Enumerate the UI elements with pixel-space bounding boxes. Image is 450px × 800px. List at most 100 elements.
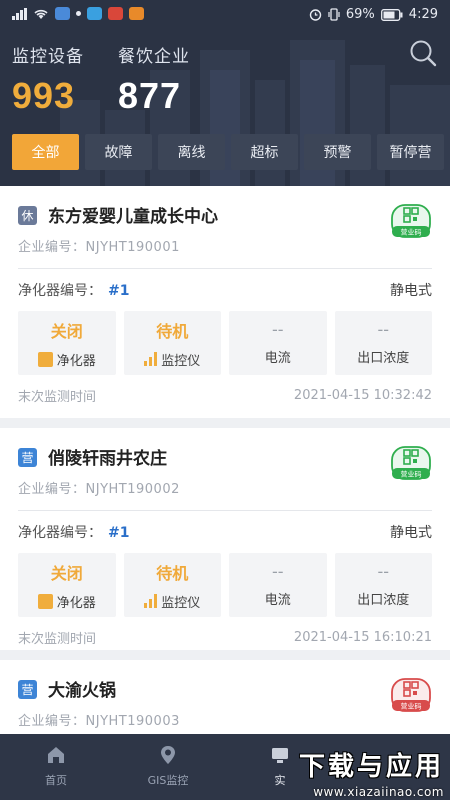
- purifier-status: 关闭: [50, 563, 83, 583]
- monitor-status-cell[interactable]: 待机 监控仪: [123, 311, 221, 375]
- signal-bars-icon: [144, 352, 158, 366]
- app-notification-icon: [55, 7, 70, 20]
- enterprise-metric[interactable]: 餐饮企业 877: [118, 42, 190, 117]
- outlet-concentration-value: --: [377, 320, 390, 339]
- status-badge: 休: [18, 206, 37, 225]
- purifier-type: 静电式: [390, 283, 432, 299]
- watermark: 下载与应用 www.xiazaiinao.com: [264, 746, 444, 799]
- monitor-status-cell[interactable]: 待机 监控仪: [123, 553, 221, 617]
- monitor-device-label: 监控设备: [12, 47, 84, 67]
- enterprise-code: NJYHT190003: [85, 714, 180, 729]
- app-notification-icon: [129, 7, 144, 20]
- last-monitor-label: 末次监测时间: [18, 389, 97, 405]
- code-icon-caption: 营业码: [401, 470, 422, 479]
- enterprise-card[interactable]: 营 大渝火锅 营业码 企业编号：NJYHT190003: [0, 660, 450, 734]
- monitor-status-label: 监控仪: [161, 353, 201, 369]
- last-monitor-row: 末次监测时间 2021-04-15 16:10:21: [18, 617, 432, 657]
- current-label: 电流: [264, 351, 291, 366]
- outlet-concentration-value: --: [377, 562, 390, 581]
- outlet-concentration-cell[interactable]: -- 出口浓度: [334, 553, 432, 617]
- enterprise-code: NJYHT190001: [85, 240, 180, 255]
- status-cells: 关闭 净化器 待机 监控仪 -- 电流 -- 出口浓度: [18, 553, 432, 617]
- vibrate-icon: [328, 8, 340, 21]
- cell-signal-icon: [12, 7, 27, 20]
- battery-icon: [380, 8, 403, 21]
- battery-percent: 69%: [345, 7, 375, 22]
- signal-bars-icon: [144, 594, 158, 608]
- purifier-label: 净化器编号：: [18, 525, 102, 541]
- code-icon-caption: 营业码: [401, 702, 422, 711]
- purifier-square-icon: [37, 351, 53, 367]
- last-monitor-time: 2021-04-15 10:32:42: [293, 387, 432, 403]
- purifier-status-label: 净化器: [56, 353, 96, 369]
- enterprise-card[interactable]: 营 俏陵轩雨井农庄 营业码 企业编号：NJYHT190002 净化器编号： #1 …: [0, 428, 450, 650]
- current-cell[interactable]: -- 电流: [229, 553, 327, 617]
- purifier-row: 净化器编号： #1 静电式: [18, 511, 432, 553]
- watermark-url: www.xiazaiinao.com: [313, 785, 444, 799]
- purifier-status: 关闭: [50, 321, 83, 341]
- purifier-type: 静电式: [390, 525, 432, 541]
- monitor-status-label: 监控仪: [161, 595, 201, 611]
- purifier-number[interactable]: #1: [108, 283, 129, 299]
- purifier-number[interactable]: #1: [108, 525, 129, 541]
- purifier-status-cell[interactable]: 关闭 净化器: [18, 553, 116, 617]
- wifi-icon: [34, 9, 48, 19]
- nav-gis[interactable]: GIS监控: [112, 734, 224, 800]
- watermark-title: 下载与应用: [298, 752, 444, 782]
- current-value: --: [271, 562, 284, 581]
- alarm-icon: [309, 9, 322, 21]
- purifier-status-label: 净化器: [56, 595, 96, 611]
- tab-suspended[interactable]: 暂停营: [377, 134, 444, 170]
- outlet-concentration-cell[interactable]: -- 出口浓度: [334, 311, 432, 375]
- filter-tabs: 全部 故障 离线 超标 预警 暂停营: [12, 134, 444, 170]
- last-monitor-label: 末次监测时间: [18, 631, 97, 647]
- app-notification-icon: [87, 7, 102, 20]
- status-bar: 69% 4:29: [0, 0, 450, 32]
- nav-gis-label: GIS监控: [147, 774, 189, 787]
- enterprise-code-label: 企业编号：: [18, 714, 86, 729]
- green-code-icon[interactable]: 营业码: [390, 204, 432, 238]
- tab-all[interactable]: 全部: [12, 134, 79, 170]
- enterprise-label: 餐饮企业: [118, 47, 190, 67]
- red-code-icon[interactable]: 营业码: [390, 678, 432, 712]
- tab-fault[interactable]: 故障: [85, 134, 152, 170]
- current-value: --: [271, 320, 284, 339]
- purifier-label: 净化器编号：: [18, 283, 102, 299]
- enterprise-code-label: 企业编号：: [18, 482, 86, 497]
- enterprise-code-label: 企业编号：: [18, 240, 86, 255]
- enterprise-card[interactable]: 休 东方爱婴儿童成长中心 营业码 企业编号：NJYHT190001 净化器编号：…: [0, 186, 450, 418]
- monitor-device-metric[interactable]: 监控设备 993: [12, 42, 84, 117]
- nav-home-label: 首页: [45, 774, 67, 787]
- location-pin-icon: [161, 746, 175, 764]
- last-monitor-time: 2021-04-15 16:10:21: [293, 629, 432, 645]
- outlet-concentration-label: 出口浓度: [357, 593, 410, 608]
- app-notification-icon: [108, 7, 123, 20]
- enterprise-name: 东方爱婴儿童成长中心: [48, 207, 218, 227]
- status-right: 69% 4:29: [309, 7, 438, 22]
- current-cell[interactable]: -- 电流: [229, 311, 327, 375]
- header: 69% 4:29 监控设备 993 餐饮企业 877 全部 故障 离线 超标 预…: [0, 0, 450, 186]
- monitor-device-count: 993: [12, 75, 76, 116]
- code-icon-caption: 营业码: [401, 228, 422, 237]
- enterprise-name: 大渝火锅: [48, 681, 116, 701]
- clock-time: 4:29: [408, 7, 438, 22]
- purifier-status-cell[interactable]: 关闭 净化器: [18, 311, 116, 375]
- enterprise-code: NJYHT190002: [85, 482, 180, 497]
- green-code-icon[interactable]: 营业码: [390, 446, 432, 480]
- purifier-row: 净化器编号： #1 静电式: [18, 269, 432, 311]
- outlet-concentration-label: 出口浓度: [357, 351, 410, 366]
- home-icon: [48, 747, 64, 763]
- status-cells: 关闭 净化器 待机 监控仪 -- 电流 -- 出口浓度: [18, 311, 432, 375]
- enterprise-count: 877: [118, 75, 182, 116]
- dot-icon: [76, 11, 81, 16]
- status-badge: 营: [18, 680, 37, 699]
- search-icon[interactable]: [408, 38, 438, 68]
- enterprise-name: 俏陵轩雨井农庄: [48, 449, 167, 469]
- tab-exceed[interactable]: 超标: [231, 134, 298, 170]
- status-badge: 营: [18, 448, 37, 467]
- nav-home[interactable]: 首页: [0, 734, 112, 800]
- monitor-status: 待机: [156, 321, 189, 341]
- tab-offline[interactable]: 离线: [158, 134, 225, 170]
- monitor-status: 待机: [156, 563, 189, 583]
- tab-warning[interactable]: 预警: [304, 134, 371, 170]
